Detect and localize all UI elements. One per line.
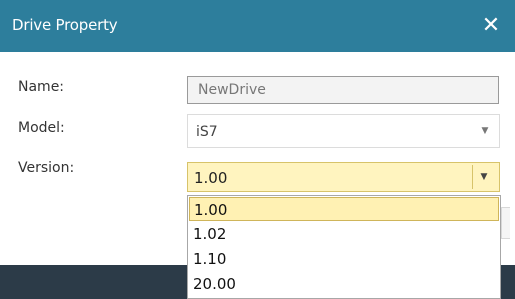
name-field[interactable]: NewDrive — [187, 76, 499, 104]
version-option[interactable]: 1.00 — [189, 197, 499, 221]
version-option[interactable]: 1.10 — [189, 247, 499, 271]
chevron-down-icon[interactable]: ▼ — [475, 120, 495, 142]
model-select[interactable]: iS7 ▼ — [187, 114, 500, 148]
version-select[interactable]: 1.00 ▼ — [187, 162, 500, 192]
version-option[interactable]: 1.02 — [189, 222, 499, 246]
version-dropdown-list[interactable]: 1.00 1.02 1.10 20.00 — [187, 195, 501, 299]
window-title: Drive Property — [12, 16, 118, 34]
version-selected-value: 1.00 — [194, 169, 228, 187]
partially-hidden-button[interactable] — [501, 207, 510, 239]
version-option[interactable]: 20.00 — [189, 272, 499, 296]
model-label: Model: — [18, 120, 65, 136]
chevron-down-icon[interactable]: ▼ — [472, 165, 495, 189]
name-label: Name: — [18, 79, 65, 95]
title-bar: Drive Property ✕ — [0, 0, 515, 52]
close-icon[interactable]: ✕ — [477, 8, 505, 44]
version-label: Version: — [18, 160, 75, 176]
model-selected-value: iS7 — [196, 124, 218, 140]
